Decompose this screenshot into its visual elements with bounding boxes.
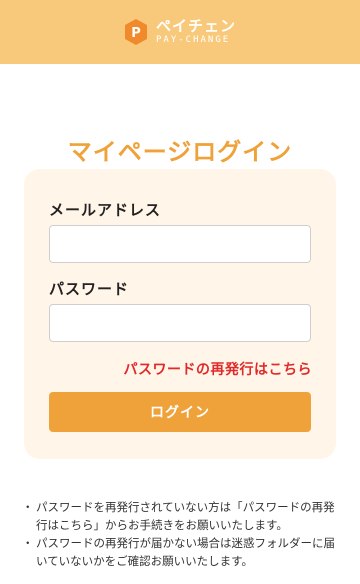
notes-list: パスワードを再発行されていない方は「パスワードの再発行はこちら」からお手続きをお… — [22, 498, 338, 570]
password-reset-link[interactable]: パスワードの再発行はこちら — [124, 359, 313, 379]
logo[interactable]: P ペイチェン PAY-CHANGE — [124, 18, 236, 46]
note-item: パスワードを再発行されていない方は「パスワードの再発行はこちら」からお手続きをお… — [22, 498, 338, 534]
login-button[interactable]: ログイン — [49, 392, 311, 432]
logo-mark-icon: P — [124, 18, 148, 46]
login-card: メールアドレス パスワード パスワードの再発行はこちら ログイン — [24, 169, 336, 459]
email-label: メールアドレス — [49, 201, 162, 219]
header: P ペイチェン PAY-CHANGE — [0, 0, 360, 64]
page-title: マイページログイン — [67, 138, 293, 166]
password-label: パスワード — [49, 280, 130, 298]
note-item: パスワードの再発行が届かない場合は迷惑フォルダーに届いていないかをご確認お願いい… — [22, 534, 338, 570]
email-field[interactable] — [49, 225, 311, 263]
logo-text: ペイチェン PAY-CHANGE — [156, 19, 236, 45]
password-field[interactable] — [49, 304, 311, 342]
logo-sub-text: PAY-CHANGE — [155, 35, 231, 45]
logo-main-text: ペイチェン — [155, 17, 236, 35]
logo-letter: P — [131, 26, 141, 41]
